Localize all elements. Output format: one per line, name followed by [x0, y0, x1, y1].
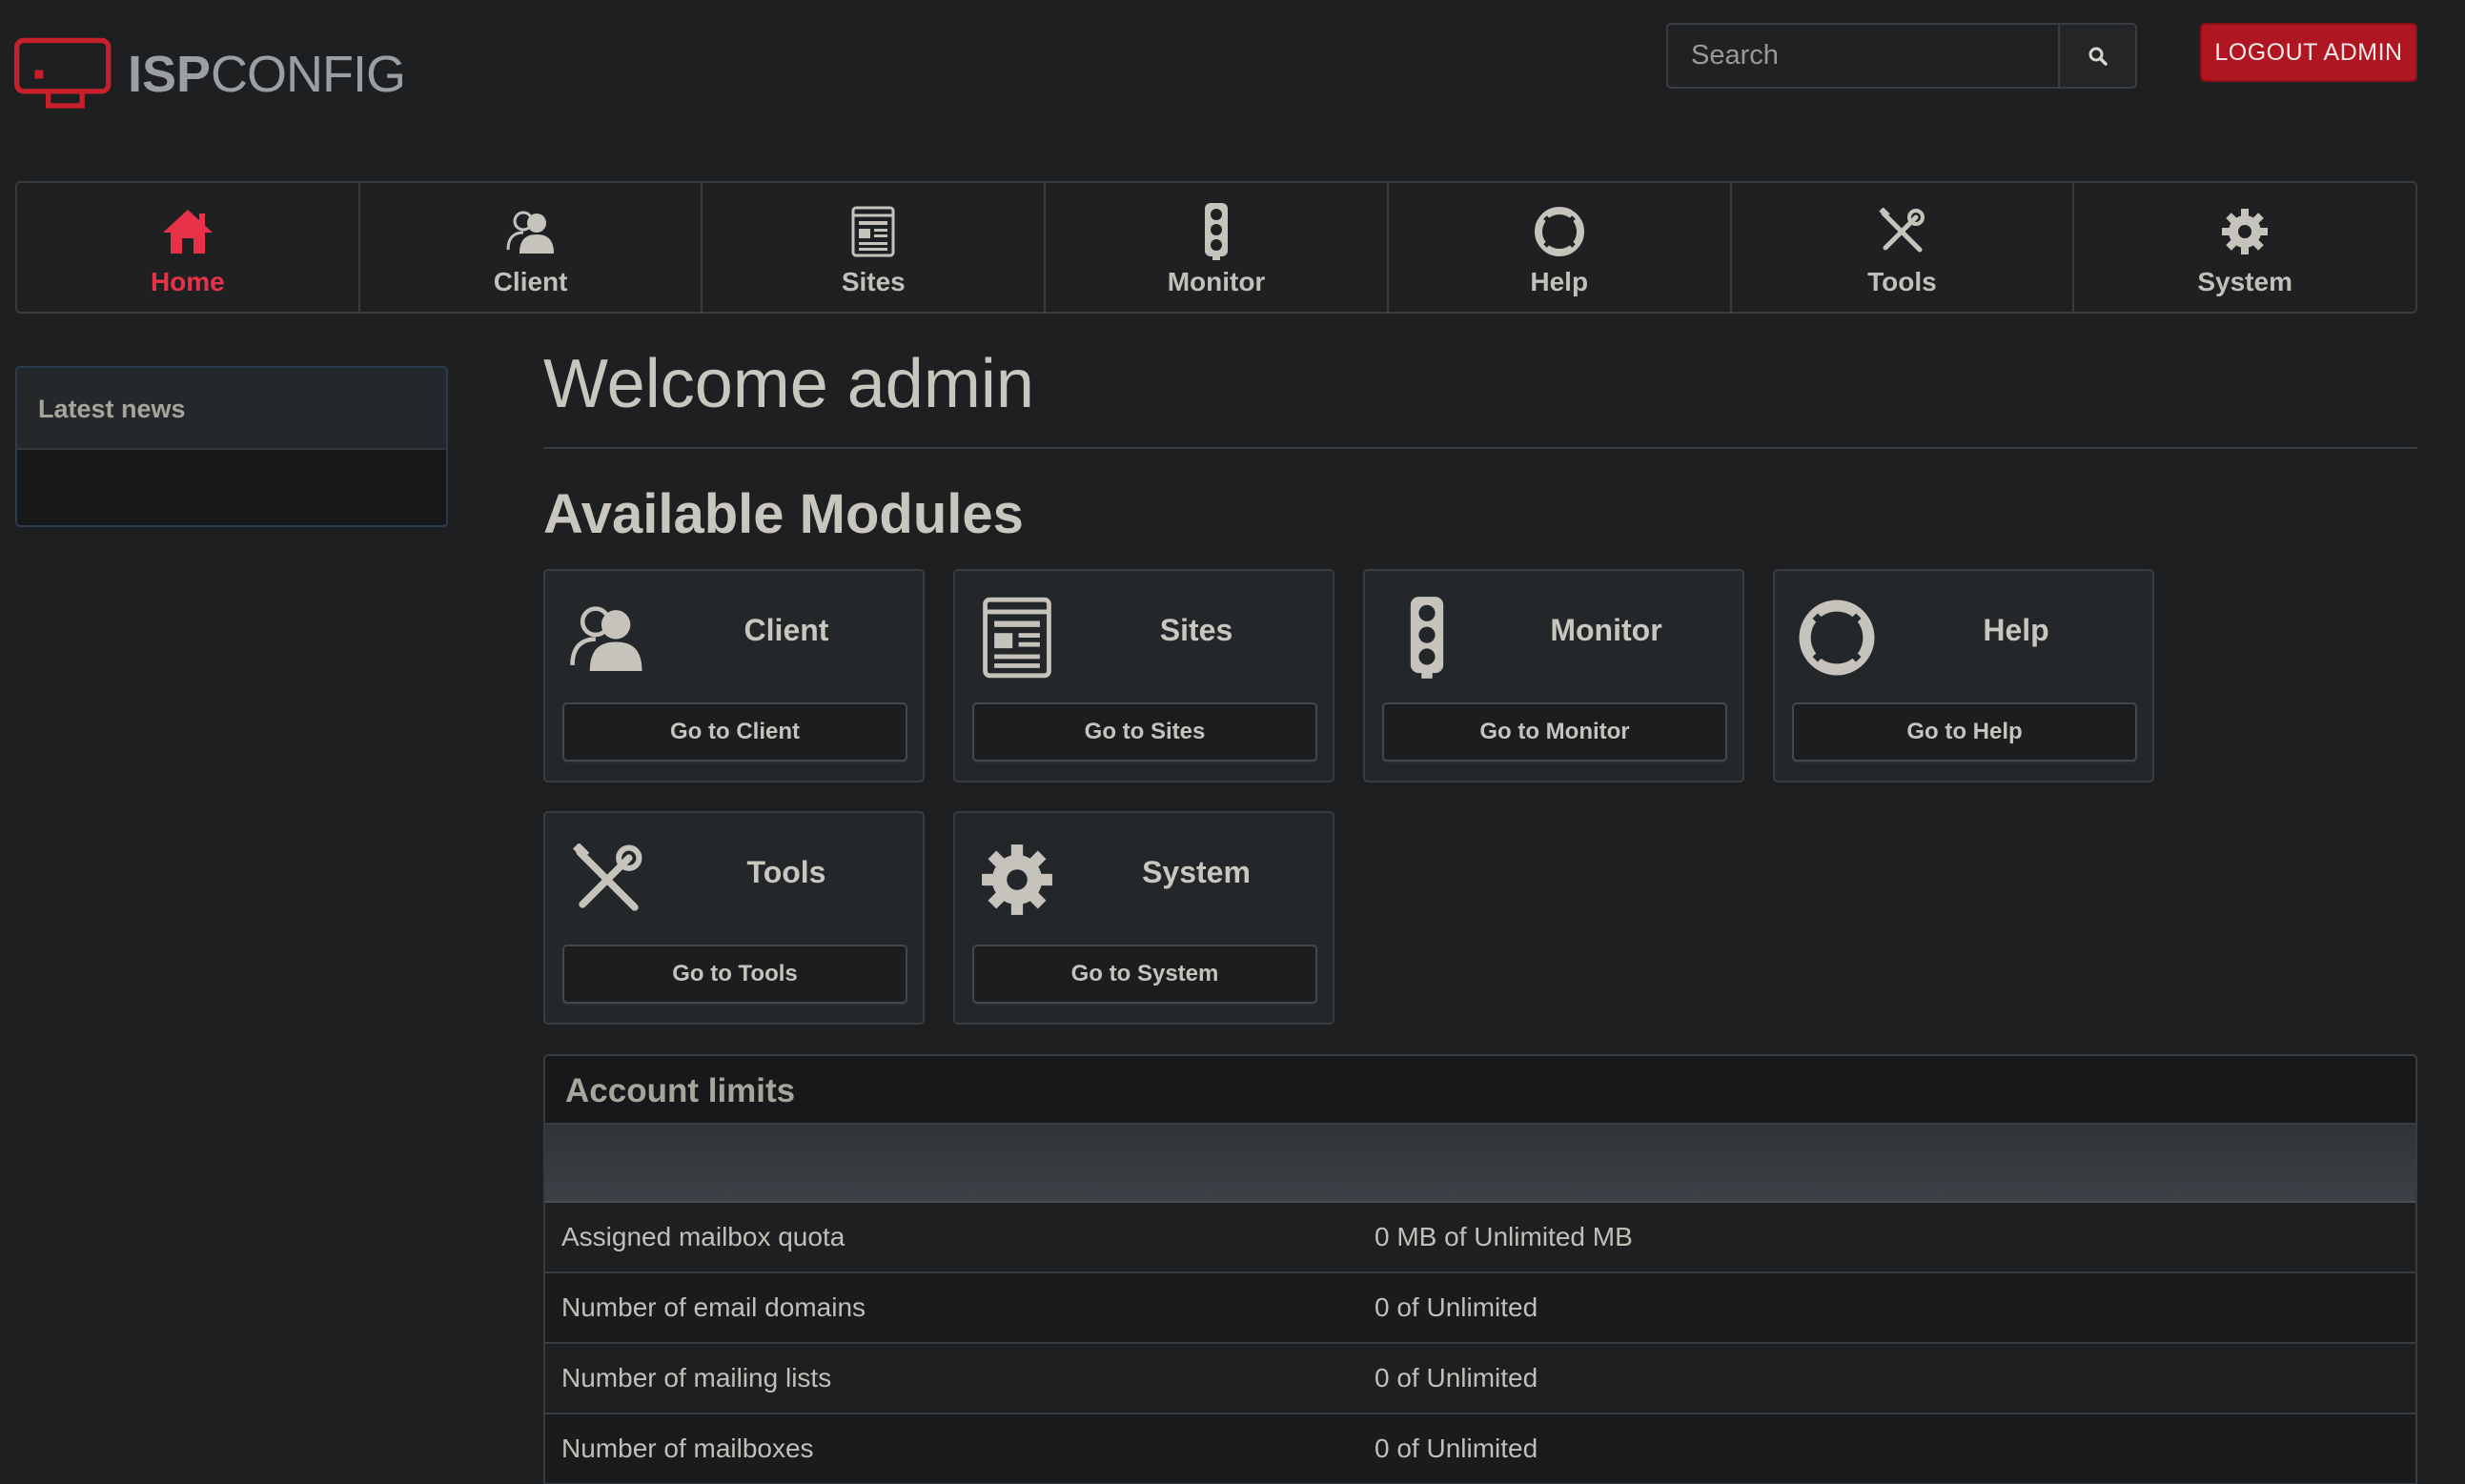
monitor-icon [1203, 200, 1230, 263]
account-limits-title: Account limits [545, 1056, 2415, 1125]
logo-text: ISPCONFIG [127, 46, 406, 103]
help-icon [1796, 590, 1878, 685]
main-nav: Home Client Sites Monitor Help Tools Sys… [15, 181, 2417, 314]
table-row: Number of mailing lists 0 of Unlimited [545, 1344, 2415, 1414]
tools-icon [1878, 200, 1925, 263]
monitor-icon [1386, 590, 1468, 685]
limit-label: Number of mailing lists [561, 1363, 832, 1393]
limit-label: Number of email domains [561, 1292, 866, 1322]
logout-button[interactable]: LOGOUT ADMIN [2200, 23, 2417, 82]
home-icon [161, 200, 214, 263]
nav-label: Home [150, 267, 225, 296]
nav-item-system[interactable]: System [2074, 183, 2415, 312]
limit-value: 0 of Unlimited [1375, 1433, 1538, 1463]
nav-label: Client [493, 267, 568, 296]
limit-value: 0 of Unlimited [1375, 1363, 1538, 1393]
table-row: Number of mailboxes 0 of Unlimited [545, 1414, 2415, 1484]
module-card-client: Client Go to Client [543, 569, 925, 783]
latest-news-title: Latest news [17, 368, 446, 450]
module-title: Sites [1159, 613, 1233, 647]
nav-item-home[interactable]: Home [17, 183, 360, 312]
limits-table: Assigned mailbox quota 0 MB of Unlimited… [545, 1203, 2415, 1484]
client-icon [504, 200, 558, 263]
go-to-tools-button[interactable]: Go to Tools [562, 945, 907, 1004]
modules-heading: Available Modules [543, 483, 1024, 545]
module-card-help: Help Go to Help [1773, 569, 2154, 783]
table-header-bar [545, 1125, 2415, 1203]
go-to-client-button[interactable]: Go to Client [562, 702, 907, 762]
search-input[interactable] [1666, 23, 2060, 89]
module-card-tools: Tools Go to Tools [543, 811, 925, 1025]
divider [543, 447, 2417, 449]
module-title: Help [1983, 613, 2049, 647]
module-title: Tools [746, 855, 826, 889]
go-to-help-button[interactable]: Go to Help [1792, 702, 2137, 762]
nav-item-client[interactable]: Client [360, 183, 703, 312]
go-to-system-button[interactable]: Go to System [972, 945, 1317, 1004]
tools-icon [566, 832, 648, 927]
module-title: System [1142, 855, 1251, 889]
search-bar [1666, 23, 2137, 89]
module-title: Monitor [1550, 613, 1662, 647]
nav-item-monitor[interactable]: Monitor [1046, 183, 1389, 312]
system-icon [976, 832, 1058, 927]
go-to-monitor-button[interactable]: Go to Monitor [1382, 702, 1727, 762]
page-title: Welcome admin [543, 346, 1034, 422]
nav-item-sites[interactable]: Sites [703, 183, 1047, 312]
nav-label: Monitor [1167, 267, 1266, 296]
module-title: Client [744, 613, 829, 647]
client-icon [566, 590, 648, 685]
account-limits-panel: Account limits Assigned mailbox quota 0 … [543, 1054, 2417, 1484]
nav-label: Sites [841, 267, 906, 296]
nav-label: System [2197, 267, 2292, 296]
limit-label: Number of mailboxes [561, 1433, 814, 1463]
search-icon [2088, 47, 2108, 66]
system-icon [2220, 200, 2270, 263]
go-to-sites-button[interactable]: Go to Sites [972, 702, 1317, 762]
table-row: Number of email domains 0 of Unlimited [545, 1273, 2415, 1344]
module-card-monitor: Monitor Go to Monitor [1363, 569, 1744, 783]
limit-label: Assigned mailbox quota [561, 1222, 845, 1251]
nav-label: Help [1530, 267, 1589, 296]
search-button[interactable] [2060, 23, 2137, 89]
help-icon [1534, 200, 1585, 263]
limit-value: 0 of Unlimited [1375, 1292, 1538, 1322]
limit-value: 0 MB of Unlimited MB [1375, 1222, 1633, 1251]
module-card-sites: Sites Go to Sites [953, 569, 1334, 783]
logo-monitor-icon [14, 37, 112, 109]
latest-news-panel: Latest news [15, 366, 448, 527]
sites-icon [976, 590, 1058, 685]
table-row: Assigned mailbox quota 0 MB of Unlimited… [545, 1203, 2415, 1273]
ispconfig-logo[interactable]: ISPCONFIG [14, 31, 406, 117]
nav-item-tools[interactable]: Tools [1732, 183, 2075, 312]
nav-item-help[interactable]: Help [1389, 183, 1732, 312]
module-card-system: System Go to System [953, 811, 1334, 1025]
sites-icon [851, 200, 895, 263]
nav-label: Tools [1867, 267, 1937, 296]
